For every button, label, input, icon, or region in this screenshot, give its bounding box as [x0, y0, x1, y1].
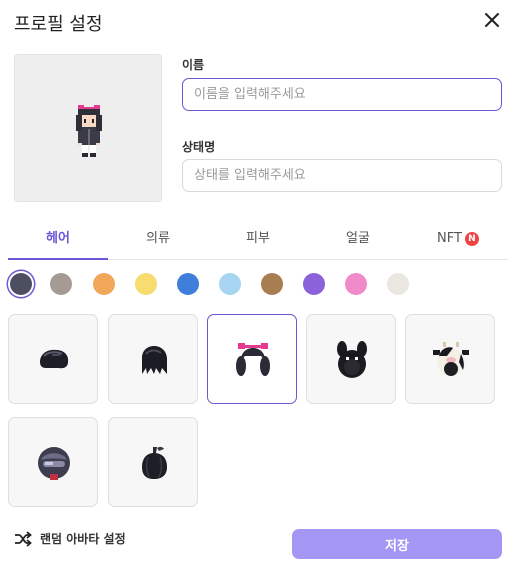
name-label: 이름 — [182, 58, 205, 72]
cow-hood-icon — [433, 342, 469, 376]
close-icon[interactable] — [481, 9, 503, 31]
color-swatch[interactable] — [93, 273, 115, 295]
spiky-hair-icon — [142, 346, 167, 374]
helmet-icon — [38, 447, 70, 480]
hair-item-pigtails-bow[interactable] — [207, 314, 297, 404]
pigtails-bow-hair-icon — [236, 343, 270, 376]
color-swatch[interactable] — [219, 273, 241, 295]
dialog-title: 프로필 설정 — [14, 14, 103, 35]
hair-item-cow-hood[interactable] — [405, 314, 495, 404]
hair-item-helmet[interactable] — [8, 417, 98, 507]
hair-item-short[interactable] — [8, 314, 98, 404]
color-swatch[interactable] — [177, 273, 199, 295]
hair-item-pumpkin[interactable] — [108, 417, 198, 507]
bunny-hood-icon — [337, 341, 367, 378]
status-label: 상태명 — [182, 140, 216, 154]
color-swatch[interactable] — [303, 273, 325, 295]
tab-clothes[interactable]: 의류 — [108, 222, 208, 259]
tab-label: NFT — [437, 231, 462, 246]
color-swatch[interactable] — [261, 273, 283, 295]
short-hair-icon — [40, 349, 69, 369]
tab-label: 의류 — [146, 231, 170, 246]
name-input[interactable] — [182, 78, 502, 111]
tab-skin[interactable]: 피부 — [208, 222, 308, 259]
random-avatar-label: 랜덤 아바타 설정 — [40, 532, 126, 546]
color-swatch[interactable] — [387, 273, 409, 295]
color-swatch[interactable] — [135, 273, 157, 295]
color-swatch[interactable] — [345, 273, 367, 295]
avatar-preview — [14, 54, 162, 202]
pumpkin-hair-icon — [142, 446, 167, 479]
color-swatch[interactable] — [50, 273, 72, 295]
hair-item-spiky[interactable] — [108, 314, 198, 404]
hair-item-bunny-hood[interactable] — [306, 314, 396, 404]
color-swatch[interactable] — [10, 273, 32, 295]
tab-label: 피부 — [246, 231, 270, 246]
random-avatar-button[interactable]: 랜덤 아바타 설정 — [14, 530, 126, 547]
save-button[interactable]: 저장 — [292, 529, 502, 559]
tab-label: 얼굴 — [346, 231, 370, 246]
shuffle-icon — [15, 530, 32, 547]
tab-label: 헤어 — [46, 231, 70, 246]
tab-hair[interactable]: 헤어 — [8, 222, 108, 260]
status-input[interactable] — [182, 159, 502, 192]
category-tabs: 헤어 의류 피부 얼굴 NFT N — [8, 222, 508, 260]
new-badge: N — [464, 232, 479, 246]
tab-face[interactable]: 얼굴 — [308, 222, 408, 259]
tab-nft[interactable]: NFT N — [408, 222, 508, 259]
avatar-character-icon — [76, 105, 102, 157]
